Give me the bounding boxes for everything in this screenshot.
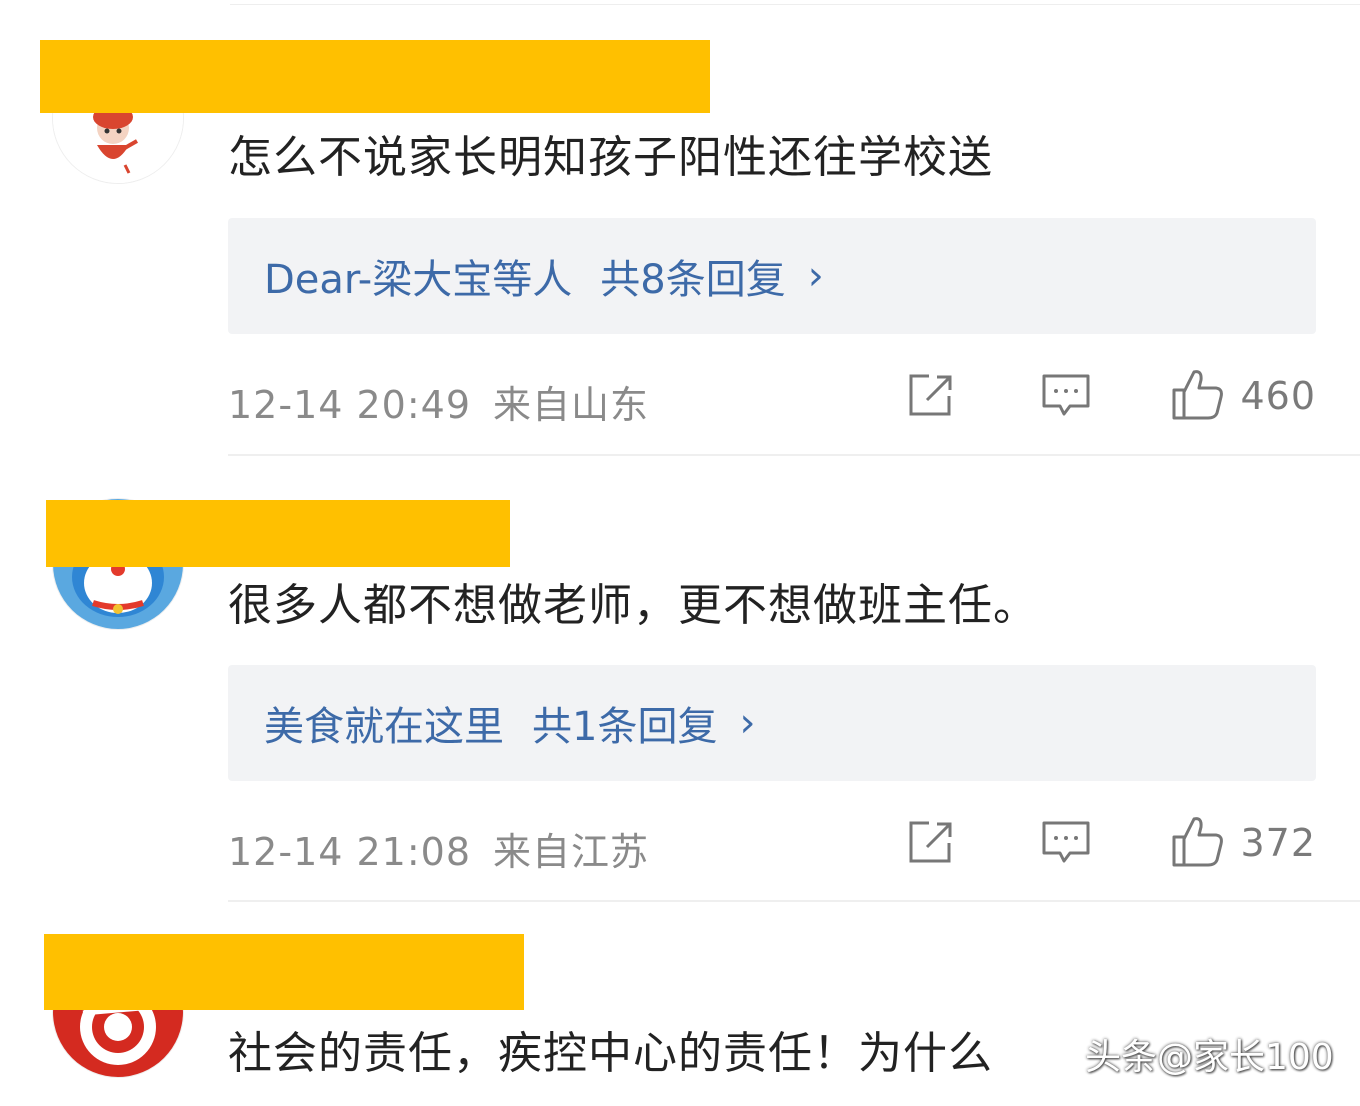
chevron-right-icon: › bbox=[807, 253, 824, 299]
timestamp: 12-14 20:49 bbox=[228, 383, 472, 427]
share-button[interactable] bbox=[905, 370, 957, 422]
like-icon bbox=[1172, 817, 1223, 867]
chevron-right-icon: › bbox=[739, 700, 756, 746]
watermark: 头条@家长100 bbox=[1085, 1037, 1334, 1078]
location: 来自江苏 bbox=[493, 830, 650, 874]
timestamp: 12-14 21:08 bbox=[228, 830, 472, 874]
like-count: 460 bbox=[1240, 374, 1316, 418]
comment-button[interactable] bbox=[1040, 817, 1092, 869]
comment-button[interactable] bbox=[1040, 370, 1092, 422]
redacted-username bbox=[40, 40, 710, 113]
location: 来自山东 bbox=[493, 383, 650, 427]
comment-icon bbox=[1042, 374, 1090, 416]
comment-divider bbox=[228, 454, 1360, 456]
reply-count[interactable]: 共1条回复 bbox=[532, 694, 717, 752]
comment-icon bbox=[1042, 821, 1090, 863]
reply-names[interactable]: Dear-梁大宝等人 bbox=[264, 247, 572, 305]
comment-divider bbox=[228, 900, 1360, 902]
redacted-username bbox=[44, 934, 524, 1010]
like-button[interactable] bbox=[1170, 813, 1226, 869]
like-button[interactable] bbox=[1170, 366, 1226, 422]
comment-text: 很多人都不想做老师，更不想做班主任。 bbox=[228, 580, 1038, 631]
share-icon bbox=[909, 821, 952, 863]
like-count: 372 bbox=[1240, 821, 1316, 865]
reply-count[interactable]: 共8条回复 bbox=[600, 247, 785, 305]
reply-preview-box[interactable]: 美食就在这里 共1条回复 › bbox=[228, 665, 1316, 781]
comment-text: 社会的责任，疾控中心的责任！为什么 bbox=[228, 1028, 993, 1079]
reply-preview-box[interactable]: Dear-梁大宝等人 共8条回复 › bbox=[228, 218, 1316, 334]
share-button[interactable] bbox=[905, 817, 957, 869]
redacted-username bbox=[46, 500, 510, 567]
reply-names[interactable]: 美食就在这里 bbox=[264, 694, 504, 752]
comment-meta: 12-14 20:49 来自山东 bbox=[228, 374, 649, 429]
comment-meta: 12-14 21:08 来自江苏 bbox=[228, 821, 649, 876]
comment-text: 怎么不说家长明知孩子阳性还往学校送 bbox=[228, 132, 993, 183]
share-icon bbox=[909, 374, 952, 416]
top-divider bbox=[230, 4, 1360, 5]
like-icon bbox=[1172, 370, 1223, 420]
